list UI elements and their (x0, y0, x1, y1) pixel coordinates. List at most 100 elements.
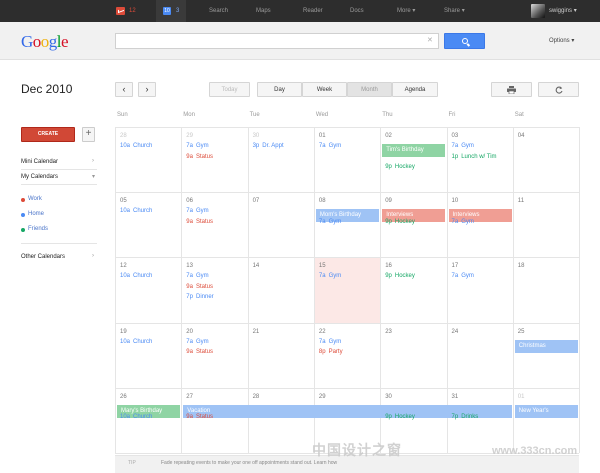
all-day-event[interactable]: Christmas (514, 339, 579, 353)
day-number[interactable]: 16 (385, 263, 392, 269)
day-number[interactable]: 30 (253, 133, 260, 139)
calendar-event[interactable]: 7a Gym (319, 219, 341, 225)
day-number[interactable]: 29 (319, 394, 326, 400)
google-logo[interactable]: Google (21, 32, 69, 52)
day-number[interactable]: 09 (385, 198, 392, 204)
day-number[interactable]: 28 (120, 133, 127, 139)
calendar-item-friends[interactable]: Friends (28, 226, 48, 232)
prev-button[interactable]: ‹ (115, 82, 133, 97)
day-number[interactable]: 26 (120, 394, 127, 400)
search-button[interactable] (444, 33, 485, 49)
calendar-item-work[interactable]: Work (28, 196, 42, 202)
day-number[interactable]: 03 (452, 133, 459, 139)
calendar-event[interactable]: 7a Gym (452, 219, 474, 225)
topbar-maps[interactable]: Maps (256, 0, 271, 22)
day-number[interactable]: 06 (186, 198, 193, 204)
view-week-button[interactable]: Week (302, 82, 347, 97)
day-number[interactable]: 21 (253, 329, 260, 335)
calendar-event[interactable]: 9a Status (186, 414, 213, 420)
day-number[interactable]: 18 (518, 263, 525, 269)
day-number[interactable]: 05 (120, 198, 127, 204)
calendar-event[interactable]: 9a Status (186, 284, 213, 290)
day-number[interactable]: 14 (253, 263, 260, 269)
calendar-event[interactable]: 10a Church (120, 273, 152, 279)
next-button[interactable]: › (138, 82, 156, 97)
day-number[interactable]: 27 (186, 394, 193, 400)
day-number[interactable]: 20 (186, 329, 193, 335)
topbar-reader[interactable]: Reader (303, 0, 323, 22)
my-calendars-toggle[interactable]: My Calendars (21, 174, 58, 180)
day-number[interactable]: 12 (120, 263, 127, 269)
tip-text[interactable]: Fade repeating events to make your one o… (161, 460, 337, 466)
topbar-docs[interactable]: Docs (350, 0, 364, 22)
day-number[interactable]: 02 (385, 133, 392, 139)
day-number[interactable]: 10 (452, 198, 459, 204)
user-menu[interactable]: swiggins ▾ (549, 0, 577, 22)
calendar-icon[interactable]: 10 (163, 7, 171, 15)
search-input[interactable] (115, 33, 439, 49)
calendar-event[interactable]: 9p Hockey (385, 273, 415, 279)
mini-calendar-toggle[interactable]: Mini Calendar (21, 159, 58, 165)
day-number[interactable]: 11 (518, 198, 524, 204)
day-number[interactable]: 04 (518, 133, 525, 139)
calendar-event[interactable]: 7p Drinks (452, 414, 479, 420)
clear-search-icon[interactable]: ✕ (427, 33, 433, 49)
calendar-event[interactable]: 9a Status (186, 219, 213, 225)
day-number[interactable]: 07 (253, 198, 260, 204)
calendar-event[interactable]: 7a Gym (319, 143, 341, 149)
calendar-event[interactable]: 7a Gym (319, 273, 341, 279)
mail-icon[interactable] (116, 7, 125, 15)
calendar-event[interactable]: 9p Hockey (385, 219, 415, 225)
day-number[interactable]: 31 (452, 394, 459, 400)
view-day-button[interactable]: Day (257, 82, 302, 97)
day-number[interactable]: 28 (253, 394, 260, 400)
day-number[interactable]: 23 (385, 329, 392, 335)
day-number[interactable]: 24 (452, 329, 459, 335)
chevron-right-icon[interactable]: › (92, 158, 94, 164)
calendar-event[interactable]: 7a Gym (186, 273, 208, 279)
day-number[interactable]: 08 (319, 198, 326, 204)
create-button[interactable]: CREATE (21, 127, 75, 142)
day-number[interactable]: 19 (120, 329, 127, 335)
chevron-right-icon[interactable]: › (92, 253, 94, 259)
calendar-event[interactable]: 3p Dr. Appt (253, 143, 284, 149)
calendar-event[interactable]: 7a Gym (452, 273, 474, 279)
calendar-event[interactable]: 9p Hockey (385, 164, 415, 170)
day-number[interactable]: 17 (452, 263, 459, 269)
calendar-event[interactable]: 9a Status (186, 349, 213, 355)
calendar-event[interactable]: 1p Lunch w/ Tim (452, 154, 497, 160)
calendar-event[interactable]: 7a Gym (452, 143, 474, 149)
calendar-event[interactable]: 9p Hockey (385, 414, 415, 420)
view-agenda-button[interactable]: Agenda (392, 82, 438, 97)
calendar-event[interactable]: 7a Gym (186, 143, 208, 149)
other-calendars-toggle[interactable]: Other Calendars (21, 254, 65, 260)
day-number[interactable]: 01 (319, 133, 326, 139)
all-day-event[interactable]: New Year's (514, 404, 579, 418)
day-number[interactable]: 29 (186, 133, 193, 139)
calendar-event[interactable]: 7a Gym (186, 208, 208, 214)
calendar-item-home[interactable]: Home (28, 211, 44, 217)
view-month-button[interactable]: Month (347, 82, 392, 97)
calendar-event[interactable]: 10a Church (120, 414, 152, 420)
calendar-count[interactable]: 3 (176, 0, 179, 22)
calendar-event[interactable]: 7a Gym (319, 339, 341, 345)
day-number[interactable]: 22 (319, 329, 326, 335)
avatar[interactable] (531, 4, 545, 18)
topbar-share[interactable]: Share ▾ (444, 0, 465, 22)
calendar-event[interactable]: 7p Dinner (186, 294, 213, 300)
calendar-event[interactable]: 8p Party (319, 349, 343, 355)
day-number[interactable]: 15 (319, 263, 326, 269)
all-day-event[interactable]: Tim's Birthday (382, 144, 446, 157)
day-number[interactable]: 01 (518, 394, 525, 400)
options-menu[interactable]: Options ▾ (549, 33, 574, 49)
day-number[interactable]: 30 (385, 394, 392, 400)
calendar-event[interactable]: 10a Church (120, 208, 152, 214)
mail-count[interactable]: 12 (129, 0, 136, 22)
topbar-more[interactable]: More ▾ (397, 0, 415, 22)
calendar-event[interactable]: 9a Status (186, 154, 213, 160)
print-button[interactable] (491, 82, 532, 97)
quick-add-button[interactable]: + (82, 127, 95, 142)
calendar-event[interactable]: 10a Church (120, 339, 152, 345)
chevron-down-icon[interactable]: ▾ (92, 173, 95, 180)
topbar-search[interactable]: Search (209, 0, 228, 22)
